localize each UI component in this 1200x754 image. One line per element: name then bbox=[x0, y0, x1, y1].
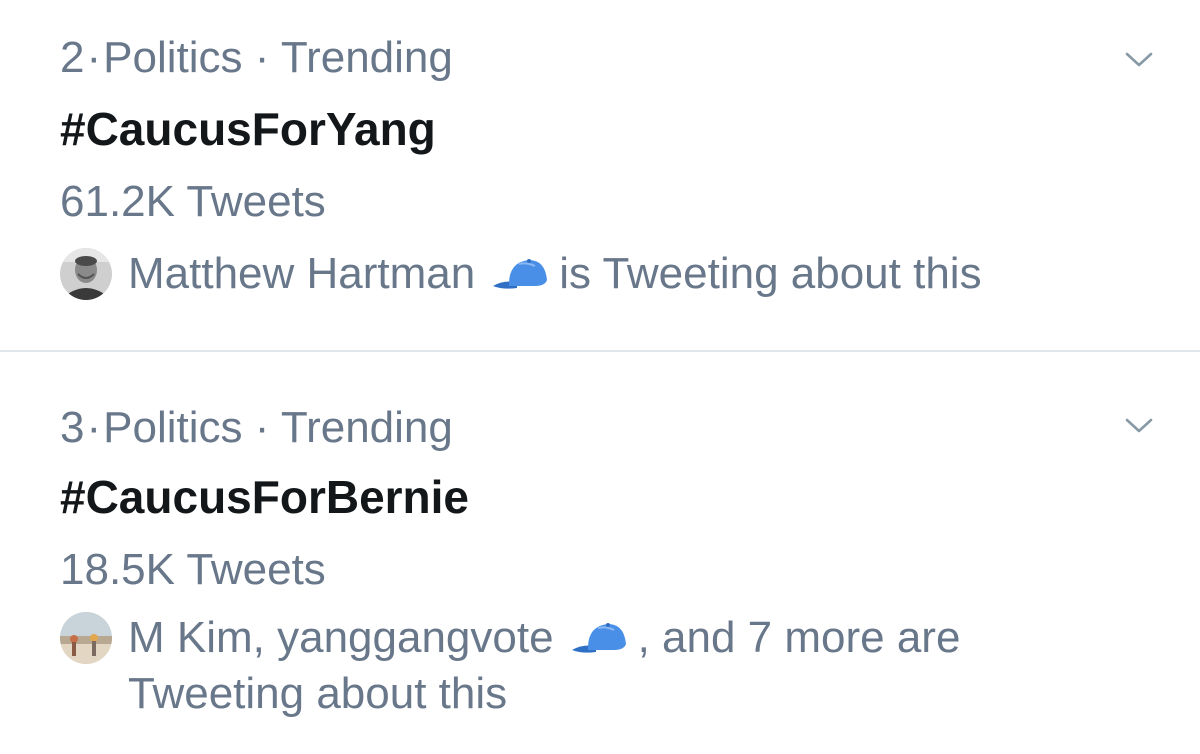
meta-separator: · bbox=[254, 33, 270, 82]
tweet-count: 61.2K Tweets bbox=[60, 177, 326, 226]
trend-category: Politics bbox=[103, 403, 243, 452]
context-suffix: is Tweeting about this bbox=[559, 249, 982, 298]
trend-hashtag[interactable]: #CaucusForBernie bbox=[60, 474, 469, 520]
trend-rank: 3 bbox=[60, 403, 85, 452]
person-avatar-icon bbox=[60, 248, 112, 300]
blue-baseball-cap-icon bbox=[571, 623, 626, 653]
trend-context: Matthew Hartman is Tweeting about this bbox=[60, 246, 1140, 302]
trend-context: M Kim, yanggangvote , and 7 more are Twe… bbox=[60, 610, 1140, 722]
trends-feed: 2·Politics · Trending #CaucusForYang 61.… bbox=[0, 0, 1200, 754]
trend-item[interactable]: 3·Politics · Trending #CaucusForBernie 1… bbox=[0, 352, 1200, 754]
context-text: M Kim, yanggangvote , and 7 more are Twe… bbox=[128, 610, 1140, 722]
chevron-down-icon[interactable] bbox=[1124, 44, 1154, 74]
avatar[interactable] bbox=[60, 612, 112, 664]
trend-category: Politics bbox=[103, 33, 243, 82]
tweet-count: 18.5K Tweets bbox=[60, 545, 326, 594]
trend-rank: 2 bbox=[60, 33, 85, 82]
trend-item[interactable]: 2·Politics · Trending #CaucusForYang 61.… bbox=[0, 0, 1200, 350]
context-names[interactable]: Matthew Hartman bbox=[128, 249, 475, 298]
trend-status: Trending bbox=[280, 33, 453, 82]
trend-hashtag[interactable]: #CaucusForYang bbox=[60, 106, 436, 152]
meta-separator: · bbox=[254, 403, 270, 452]
avatar[interactable] bbox=[60, 248, 112, 300]
beach-scene-avatar-icon bbox=[60, 612, 112, 664]
context-text: Matthew Hartman is Tweeting about this bbox=[128, 246, 1140, 302]
trend-status: Trending bbox=[280, 403, 453, 452]
blue-baseball-cap-icon bbox=[493, 259, 548, 289]
context-names[interactable]: M Kim, yanggangvote bbox=[128, 613, 554, 662]
trend-meta: 2·Politics · Trending bbox=[60, 36, 453, 80]
trend-meta: 3·Politics · Trending bbox=[60, 406, 453, 450]
meta-separator: · bbox=[86, 33, 102, 82]
meta-separator: · bbox=[86, 403, 102, 452]
chevron-down-icon[interactable] bbox=[1124, 410, 1154, 440]
